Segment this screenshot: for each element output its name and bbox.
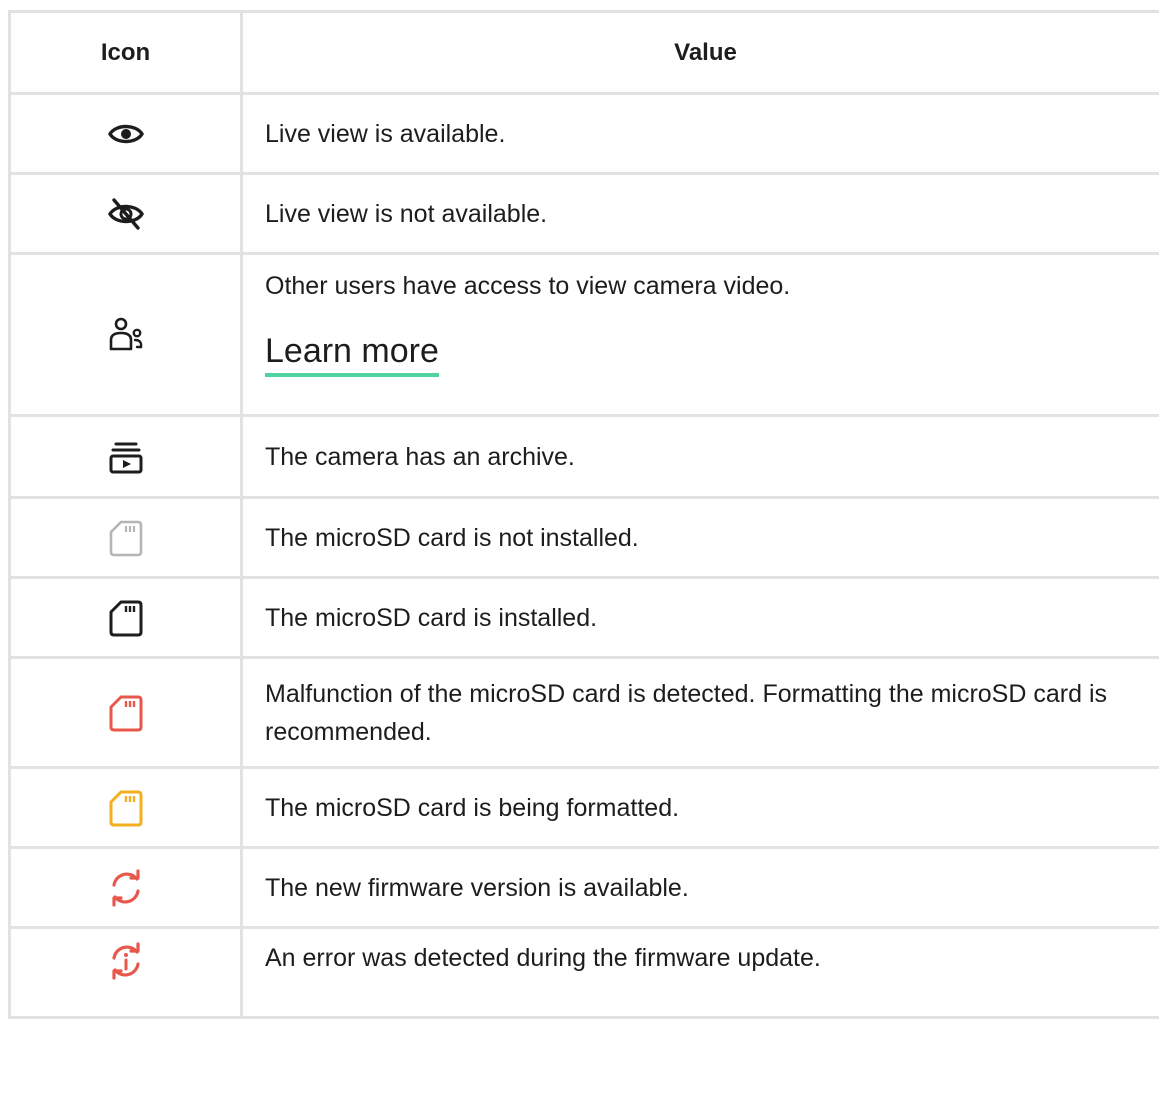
- refresh-icon: [106, 868, 146, 908]
- eye-icon: [106, 114, 146, 154]
- icon-cell: [8, 92, 243, 175]
- refresh-info-icon: [106, 941, 146, 981]
- icon-cell: [8, 846, 243, 929]
- icon-cell: [8, 766, 243, 849]
- value-cell: The microSD card is installed.: [240, 576, 1159, 659]
- table-row: An error was detected during the firmwar…: [8, 926, 1159, 1019]
- value-cell: The new firmware version is available.: [240, 846, 1159, 929]
- table-row: Live view is available.: [8, 92, 1159, 175]
- sd-card-icon: [106, 598, 146, 638]
- table-row: Other users have access to view camera v…: [8, 252, 1159, 417]
- icon-cell: [8, 496, 243, 579]
- icon-legend-table: Icon Value Live view is available. Live …: [8, 10, 1159, 1019]
- value-cell: Live view is not available.: [240, 172, 1159, 255]
- table-header-row: Icon Value: [8, 10, 1159, 95]
- table-row: The microSD card is not installed.: [8, 496, 1159, 579]
- archive-icon: [106, 437, 146, 477]
- icon-cell: [8, 252, 243, 417]
- value-cell: The camera has an archive.: [240, 414, 1159, 499]
- sd-card-icon: [106, 693, 146, 733]
- table-row: The microSD card is installed.: [8, 576, 1159, 659]
- header-value: Value: [240, 10, 1159, 95]
- icon-cell: [8, 656, 243, 769]
- value-cell: The microSD card is not installed.: [240, 496, 1159, 579]
- value-block: Other users have access to view camera v…: [265, 263, 1146, 407]
- header-icon: Icon: [8, 10, 243, 95]
- icon-cell: [8, 414, 243, 499]
- learn-more-link[interactable]: Learn more: [265, 331, 439, 377]
- table-row: Malfunction of the microSD card is detec…: [8, 656, 1159, 769]
- value-cell: An error was detected during the firmwar…: [240, 926, 1159, 1019]
- sd-card-icon: [106, 518, 146, 558]
- sd-card-icon: [106, 788, 146, 828]
- table-row: The camera has an archive.: [8, 414, 1159, 499]
- icon-cell: [8, 926, 243, 1019]
- icon-cell: [8, 172, 243, 255]
- value-cell: The microSD card is being formatted.: [240, 766, 1159, 849]
- icon-cell: [8, 576, 243, 659]
- value-text: Other users have access to view camera v…: [265, 271, 791, 300]
- users-icon: [106, 315, 146, 355]
- eye-off-icon: [106, 194, 146, 234]
- icon-legend-table-container: Icon Value Live view is available. Live …: [8, 10, 1159, 1093]
- table-row: The new firmware version is available.: [8, 846, 1159, 929]
- value-cell: Malfunction of the microSD card is detec…: [240, 656, 1159, 769]
- table-row: The microSD card is being formatted.: [8, 766, 1159, 849]
- table-row: Live view is not available.: [8, 172, 1159, 255]
- value-cell: Live view is available.: [240, 92, 1159, 175]
- value-cell: Other users have access to view camera v…: [240, 252, 1159, 417]
